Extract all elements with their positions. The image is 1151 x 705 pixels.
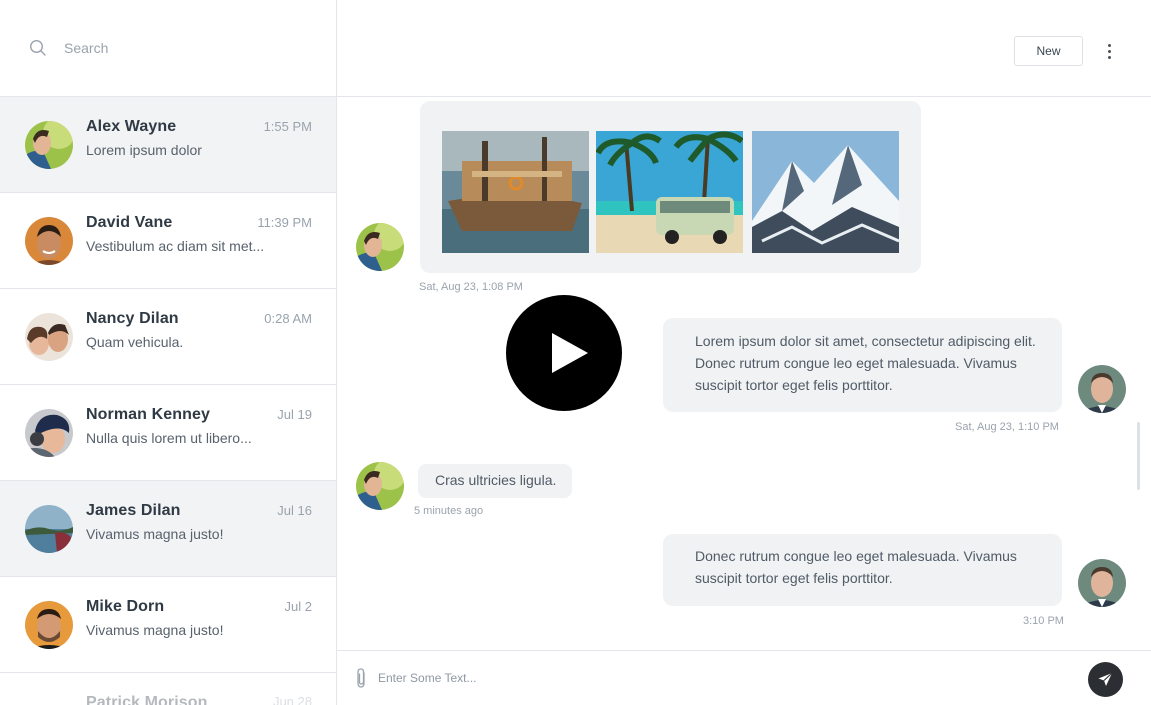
sender-avatar [356, 462, 404, 510]
contact-list: Alex Wayne Lorem ipsum dolor 1:55 PM Dav… [0, 97, 336, 705]
contact-name: Patrick Morison [86, 694, 208, 705]
message-input[interactable] [378, 667, 1058, 689]
contact-name: David Vane [86, 214, 173, 231]
message-text: Lorem ipsum dolor sit amet, consectetur … [695, 333, 1036, 393]
contact-item-mike-dorn[interactable]: Mike Dorn Vivamus magna justo! Jul 2 [0, 577, 336, 673]
outgoing-message-bubble: Lorem ipsum dolor sit amet, consectetur … [663, 318, 1062, 412]
sender-avatar [356, 223, 404, 271]
user-avatar [1078, 559, 1126, 607]
message-preview: Vivamus magna justo! [86, 622, 224, 638]
mountain-photo[interactable] [752, 131, 899, 253]
message-timestamp: 5 minutes ago [414, 505, 484, 517]
contact-item-james-dilan[interactable]: James Dilan Vivamus magna justo! Jul 16 [0, 481, 336, 577]
contact-name: Alex Wayne [86, 118, 177, 135]
contact-item-patrick-morison[interactable]: Patrick Morison Jun 28 [0, 673, 336, 705]
contact-time: 0:28 AM [264, 311, 312, 326]
contact-time: 1:55 PM [263, 119, 312, 134]
incoming-message-bubble: Cras ultricies ligula. [418, 464, 573, 498]
contact-name: James Dilan [86, 502, 181, 519]
chat-header: New [337, 0, 1151, 97]
search-input[interactable] [64, 36, 304, 60]
message-preview: Quam vehicula. [86, 334, 184, 350]
search-icon[interactable] [29, 39, 47, 57]
search-bar [0, 0, 336, 97]
message-preview: Lorem ipsum dolor [86, 142, 202, 158]
image-message-bubble [420, 101, 921, 273]
message-timestamp: Sat, Aug 23, 1:10 PM [955, 421, 1059, 433]
contact-time: Jun 28 [272, 694, 312, 705]
user-avatar [1078, 365, 1126, 413]
avatar [25, 601, 73, 649]
contact-time: 11:39 PM [257, 215, 312, 230]
paperclip-icon[interactable] [353, 667, 369, 689]
message-preview: Vivamus magna justo! [86, 526, 224, 542]
message-preview: Nulla quis lorem ut libero... [86, 430, 252, 446]
message-timestamp: Sat, Aug 23, 1:08 PM [419, 281, 523, 293]
more-vertical-icon[interactable] [1099, 38, 1119, 64]
avatar [25, 505, 73, 553]
outgoing-message-bubble: Donec rutrum congue leo eget malesuada. … [663, 534, 1062, 606]
contact-item-nancy-dilan[interactable]: Nancy Dilan Quam vehicula. 0:28 AM [0, 289, 336, 385]
conversation-sidebar: Alex Wayne Lorem ipsum dolor 1:55 PM Dav… [0, 0, 337, 705]
avatar [25, 313, 73, 361]
play-icon[interactable] [506, 295, 622, 411]
message-timestamp: 3:10 PM [1023, 615, 1064, 627]
message-text: Donec rutrum congue leo eget malesuada. … [695, 548, 1017, 586]
avatar [25, 409, 73, 457]
message-composer [337, 650, 1151, 705]
contact-time: Jul 16 [277, 503, 312, 518]
chat-app: Alex Wayne Lorem ipsum dolor 1:55 PM Dav… [0, 0, 1151, 705]
contact-time: Jul 19 [277, 407, 312, 422]
send-icon[interactable] [1088, 662, 1123, 697]
boat-photo[interactable] [442, 131, 589, 253]
message-thread: Sat, Aug 23, 1:08 PM Lorem ipsum dolor s… [337, 98, 1151, 650]
contact-name: Norman Kenney [86, 406, 210, 423]
contact-name: Mike Dorn [86, 598, 165, 615]
avatar [25, 121, 73, 169]
contact-time: Jul 2 [284, 599, 312, 614]
avatar [25, 217, 73, 265]
new-button[interactable]: New [1014, 36, 1083, 66]
contact-name: Nancy Dilan [86, 310, 179, 327]
scrollbar-thumb[interactable] [1137, 422, 1140, 490]
contact-item-alex-wayne[interactable]: Alex Wayne Lorem ipsum dolor 1:55 PM [0, 97, 336, 193]
message-preview: Vestibulum ac diam sit met... [86, 238, 265, 254]
message-text: Cras ultricies ligula. [435, 472, 557, 488]
contact-item-david-vane[interactable]: David Vane Vestibulum ac diam sit met...… [0, 193, 336, 289]
beach-van-photo[interactable] [596, 131, 743, 253]
contact-item-norman-kenney[interactable]: Norman Kenney Nulla quis lorem ut libero… [0, 385, 336, 481]
